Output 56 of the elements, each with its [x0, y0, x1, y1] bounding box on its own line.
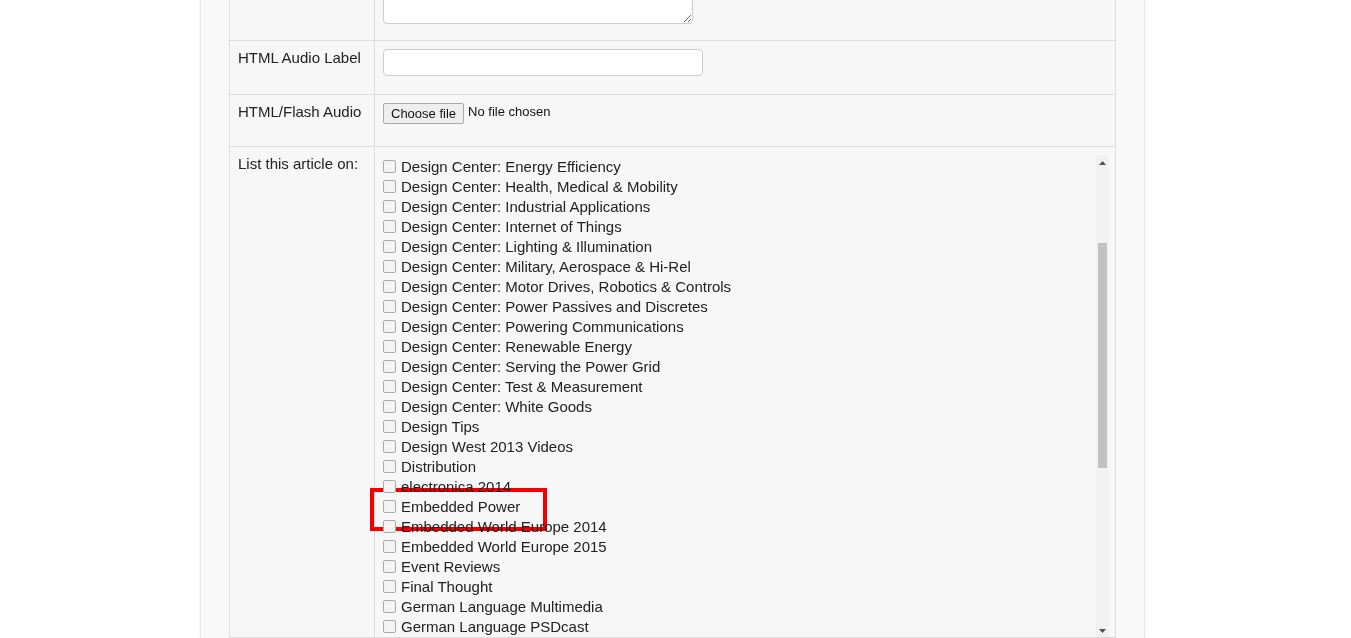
scroll-down-icon[interactable]	[1099, 629, 1106, 633]
option-label: Design Center: Industrial Applications	[401, 197, 651, 215]
checkbox[interactable]	[383, 399, 396, 413]
checkbox[interactable]	[383, 359, 396, 373]
option-label: German Language PSDcast	[401, 617, 589, 635]
checkbox[interactable]	[383, 199, 396, 213]
option-label: Design West 2013 Videos	[401, 437, 574, 455]
checkbox[interactable]	[383, 159, 396, 173]
checkbox[interactable]	[383, 519, 396, 533]
option-label: Embedded World Europe 2015	[401, 537, 607, 555]
option-label: Design Center: Power Passives and Discretes	[401, 297, 708, 315]
checkbox[interactable]	[383, 579, 396, 593]
checkbox[interactable]	[383, 619, 396, 633]
choose-file-button[interactable]: Choose file	[383, 103, 465, 124]
label-cell: List this article on:	[230, 147, 375, 638]
checkbox[interactable]	[383, 219, 396, 233]
checkbox[interactable]	[383, 599, 396, 613]
option-label: Design Center: White Goods	[401, 397, 592, 415]
scrollbar-thumb[interactable]	[1098, 243, 1107, 468]
scroll-up-icon[interactable]	[1099, 161, 1106, 165]
option-label: Design Center: Powering Communications	[401, 317, 684, 335]
option-label: Event Reviews	[401, 557, 501, 575]
label-cell: HTML/Flash Audio	[230, 95, 375, 147]
checkbox[interactable]	[383, 179, 396, 193]
option-label: Final Thought	[401, 577, 493, 595]
option-label: German Language Multimedia	[401, 597, 603, 615]
option-label: Design Center: Health, Medical & Mobility	[401, 177, 678, 195]
option-label: Embedded Power	[401, 497, 521, 515]
checkbox[interactable]	[383, 539, 396, 553]
checkbox[interactable]	[383, 299, 396, 313]
option-label: Design Center: Serving the Power Grid	[401, 357, 661, 375]
checkbox[interactable]	[383, 559, 396, 573]
option-label: Design Center: Internet of Things	[401, 217, 622, 235]
option-label: Design Center: Test & Measurement	[401, 377, 643, 395]
option-label: Design Center: Renewable Energy	[401, 337, 632, 355]
label-cell: HTML Audio Label	[230, 41, 375, 95]
option-label: Distribution	[401, 457, 477, 475]
option-label: Design Tips	[401, 417, 480, 435]
option-label: Design Center: Energy Efficiency	[401, 157, 621, 175]
option-label: Design Center: Lighting & Illumination	[401, 237, 652, 255]
checkbox[interactable]	[383, 379, 396, 393]
file-status: No file chosen	[468, 104, 551, 119]
checkbox[interactable]	[383, 439, 396, 453]
option-label: Design Center: Motor Drives, Robotics & Controls	[401, 277, 732, 295]
checkbox[interactable]	[383, 239, 396, 253]
checkbox[interactable]	[383, 319, 396, 333]
checkbox[interactable]	[383, 259, 396, 273]
checkbox[interactable]	[383, 479, 396, 493]
checkbox[interactable]	[383, 459, 396, 473]
scrollbar[interactable]	[1096, 155, 1109, 637]
input-field[interactable]	[383, 49, 703, 76]
checkbox[interactable]	[383, 419, 396, 433]
option-label: Design Center: Military, Aerospace & Hi-Rel	[401, 257, 691, 275]
checkbox[interactable]	[383, 279, 396, 293]
checkbox[interactable]	[383, 339, 396, 353]
checkbox[interactable]	[383, 499, 396, 513]
